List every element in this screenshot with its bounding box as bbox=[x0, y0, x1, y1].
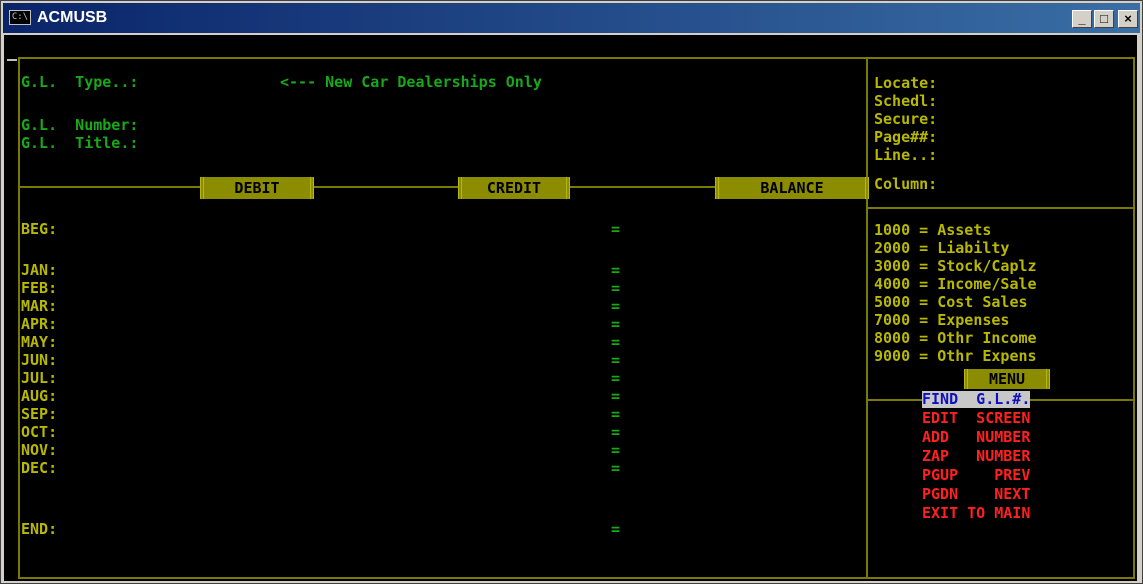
gl-type-note: <--- New Car Dealerships Only bbox=[280, 73, 542, 91]
equals-end: = bbox=[611, 520, 621, 538]
period-oct: OCT: bbox=[21, 423, 58, 441]
range-othr-income: 8000 = Othr Income bbox=[874, 329, 1037, 347]
range-liabilty: 2000 = Liabilty bbox=[874, 239, 1010, 257]
info-divider bbox=[866, 207, 1135, 209]
menu-edit[interactable]: EDIT SCREEN bbox=[922, 410, 1030, 427]
range-cost: 5000 = Cost Sales bbox=[874, 293, 1028, 311]
menu-find[interactable]: FIND G.L.#. bbox=[922, 391, 1031, 408]
page-label: Page##: bbox=[874, 128, 938, 146]
menu-title: MENU bbox=[964, 369, 1050, 389]
gl-type-label: G.L. Type..: bbox=[21, 73, 139, 91]
equals-aug: = bbox=[611, 387, 621, 405]
range-income: 4000 = Income/Sale bbox=[874, 275, 1037, 293]
period-sep: SEP: bbox=[21, 405, 58, 423]
equals-may: = bbox=[611, 333, 621, 351]
maximize-button[interactable]: □ bbox=[1094, 10, 1114, 28]
equals-apr: = bbox=[611, 315, 621, 333]
console-area[interactable]: G.L. Type..: <--- New Car Dealerships On… bbox=[4, 35, 1137, 581]
close-button[interactable]: × bbox=[1118, 10, 1138, 28]
period-jul: JUL: bbox=[21, 369, 58, 387]
text-cursor bbox=[7, 59, 17, 61]
period-nov: NOV: bbox=[21, 441, 58, 459]
period-apr: APR: bbox=[21, 315, 58, 333]
debit-header: DEBIT bbox=[200, 177, 314, 199]
period-end: END: bbox=[21, 520, 58, 538]
window-title: ACMUSB bbox=[37, 9, 108, 26]
minimize-button[interactable]: _ bbox=[1072, 10, 1092, 28]
menu-zap[interactable]: ZAP NUMBER bbox=[922, 448, 1030, 465]
range-assets: 1000 = Assets bbox=[874, 221, 992, 239]
column-label: Column: bbox=[874, 175, 938, 193]
right-panel-divider bbox=[866, 57, 868, 579]
schedl-label: Schedl: bbox=[874, 92, 938, 110]
equals-nov: = bbox=[611, 441, 621, 459]
equals-mar: = bbox=[611, 297, 621, 315]
period-beg: BEG: bbox=[21, 220, 58, 238]
period-mar: MAR: bbox=[21, 297, 58, 315]
range-expenses: 7000 = Expenses bbox=[874, 311, 1010, 329]
equals-sep: = bbox=[611, 405, 621, 423]
range-stock: 3000 = Stock/Caplz bbox=[874, 257, 1037, 275]
equals-jun: = bbox=[611, 351, 621, 369]
locate-label: Locate: bbox=[874, 74, 938, 92]
balance-header: BALANCE bbox=[715, 177, 869, 199]
gl-title-label[interactable]: G.L. Title.: bbox=[21, 134, 138, 152]
equals-jan: = bbox=[611, 261, 621, 279]
console-icon[interactable]: C:\ bbox=[9, 10, 31, 25]
equals-jul: = bbox=[611, 369, 621, 387]
period-may: MAY: bbox=[21, 333, 58, 351]
title-bar[interactable]: C:\ ACMUSB _ □ × bbox=[3, 3, 1140, 33]
period-jun: JUN: bbox=[21, 351, 58, 369]
equals-oct: = bbox=[611, 423, 621, 441]
equals-feb: = bbox=[611, 279, 621, 297]
range-othr-expens: 9000 = Othr Expens bbox=[874, 347, 1037, 365]
gl-number-label[interactable]: G.L. Number: bbox=[21, 116, 138, 134]
equals-dec: = bbox=[611, 459, 621, 477]
credit-header: CREDIT bbox=[458, 177, 570, 199]
menu-exit[interactable]: EXIT TO MAIN bbox=[922, 505, 1030, 522]
secure-label: Secure: bbox=[874, 110, 938, 128]
period-aug: AUG: bbox=[21, 387, 58, 405]
period-jan: JAN: bbox=[21, 261, 58, 279]
line-label: Line..: bbox=[874, 146, 938, 164]
menu-pgdn[interactable]: PGDN NEXT bbox=[922, 486, 1030, 503]
menu-add[interactable]: ADD NUMBER bbox=[922, 429, 1030, 446]
period-dec: DEC: bbox=[21, 459, 58, 477]
menu-pgup[interactable]: PGUP PREV bbox=[922, 467, 1030, 484]
console-window: C:\ ACMUSB _ □ × G.L. Type..: <--- New C… bbox=[0, 0, 1143, 584]
period-feb: FEB: bbox=[21, 279, 58, 297]
equals-beg: = bbox=[611, 220, 621, 238]
